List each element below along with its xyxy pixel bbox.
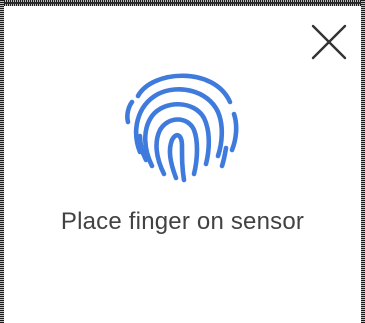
close-button[interactable] xyxy=(307,20,351,64)
instruction-text: Place finger on sensor xyxy=(60,208,305,235)
fingerprint-dialog: Place finger on sensor xyxy=(0,0,365,323)
fingerprint-icon xyxy=(118,56,248,188)
dialog-border-left xyxy=(0,0,4,323)
dialog-border-top xyxy=(0,0,365,6)
close-icon xyxy=(311,24,347,60)
dialog-border-right xyxy=(361,0,365,323)
